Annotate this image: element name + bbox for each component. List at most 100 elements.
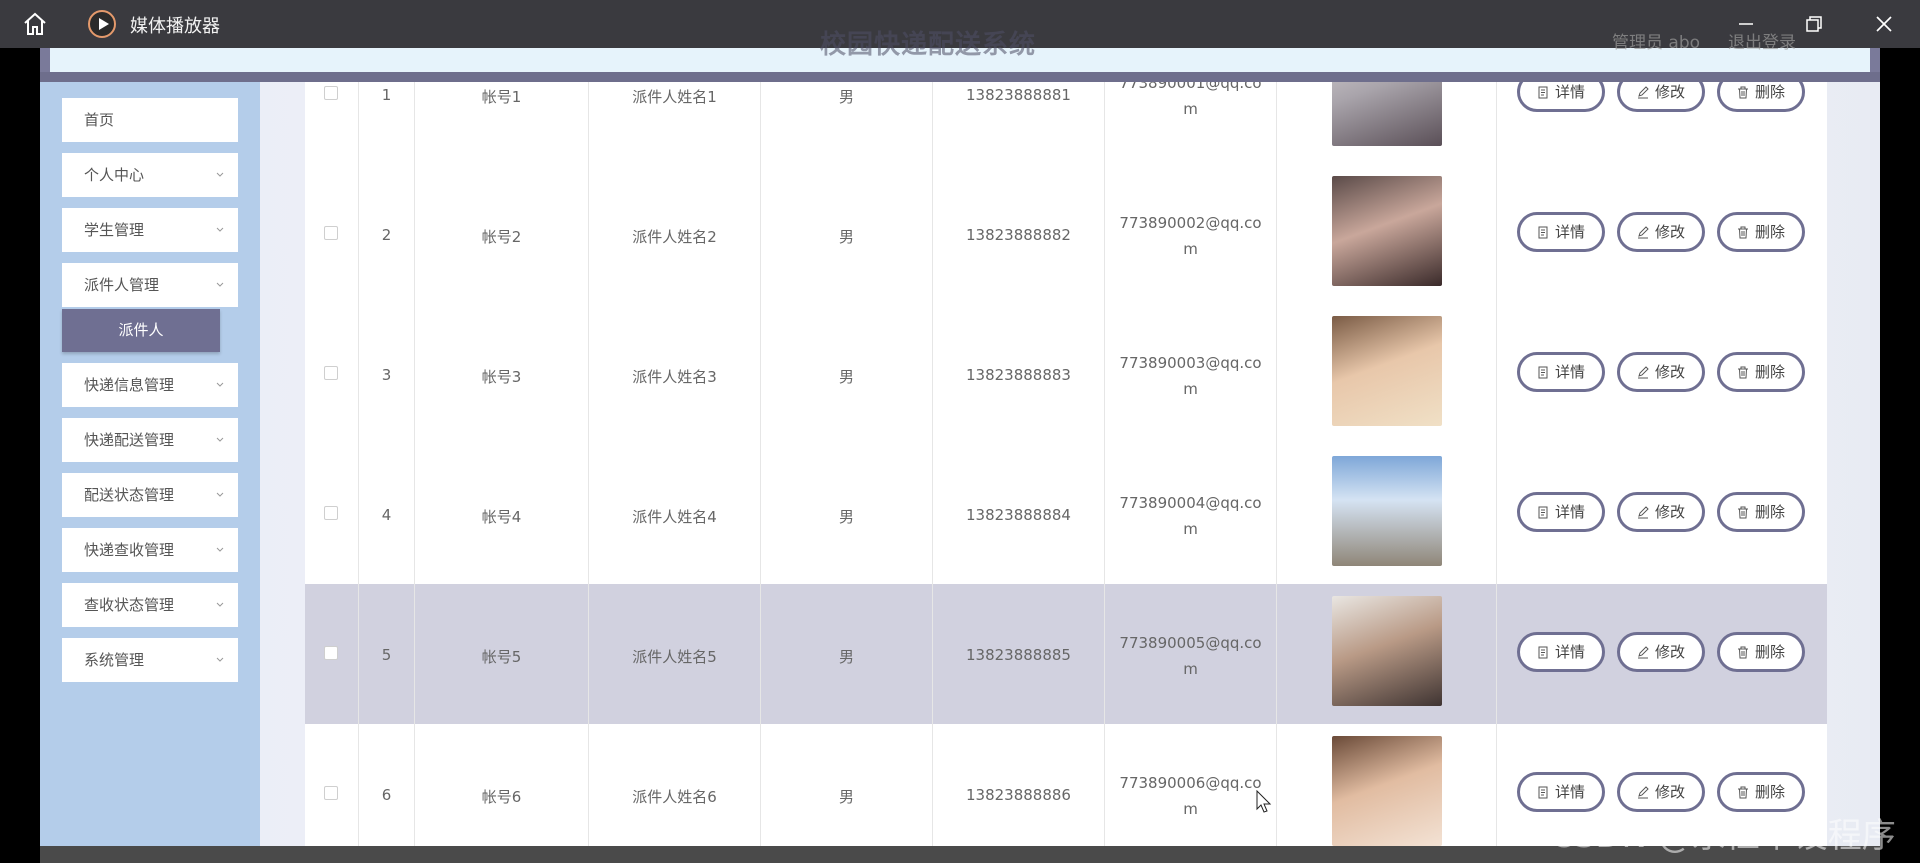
- name-cell: 派件人姓名6: [589, 724, 761, 846]
- detail-button[interactable]: 详情: [1517, 82, 1605, 112]
- sidebar-item-delivery[interactable]: 快递配送管理: [62, 418, 238, 462]
- email-value: 773890004@qq.com: [1119, 494, 1262, 538]
- row-select-cell: [305, 304, 359, 444]
- edit-icon: [1637, 506, 1649, 519]
- site-title: 校园快递配送系统: [820, 30, 1037, 60]
- trash-icon: [1737, 786, 1748, 799]
- row-checkbox[interactable]: [324, 86, 338, 100]
- edit-button[interactable]: 修改: [1617, 772, 1705, 812]
- sidebar-item-students[interactable]: 学生管理: [62, 208, 238, 252]
- email-cell: 773890005@qq.com: [1105, 584, 1277, 724]
- submenu-item-courier[interactable]: 派件人: [62, 309, 220, 352]
- photo-cell: [1277, 724, 1497, 846]
- email-cell: 773890003@qq.com: [1105, 304, 1277, 444]
- row-checkbox[interactable]: [324, 506, 338, 520]
- row-select-cell: [305, 584, 359, 724]
- chevron-down-icon: [216, 492, 224, 497]
- table-row[interactable]: 1 帐号1 派件人姓名1 男 13823888881 773890001@qq.com 详情…: [305, 82, 1827, 165]
- sidebar-item-system[interactable]: 系统管理: [62, 638, 238, 682]
- delete-button[interactable]: 删除: [1717, 212, 1805, 252]
- chevron-down-icon: [216, 437, 224, 442]
- name-cell: 派件人姓名4: [589, 444, 761, 584]
- phone-cell: 13823888885: [933, 584, 1105, 724]
- gender-cell: 男: [761, 724, 933, 846]
- logout-link[interactable]: 退出登录: [1728, 28, 1796, 53]
- delete-button[interactable]: 删除: [1717, 352, 1805, 392]
- gender-cell: 男: [761, 82, 933, 164]
- detail-button[interactable]: 详情: [1517, 632, 1605, 672]
- gender-cell: 男: [761, 444, 933, 584]
- table-row[interactable]: 4 帐号4 派件人姓名4 男 13823888884 773890004@qq.com 详情…: [305, 444, 1827, 585]
- sidebar-item-couriers[interactable]: 派件人管理: [62, 263, 238, 307]
- account-cell: 帐号2: [415, 164, 589, 304]
- sidebar-item-home[interactable]: 首页: [62, 98, 238, 142]
- delete-label: 删除: [1754, 783, 1785, 801]
- edit-label: 修改: [1654, 223, 1685, 241]
- detail-button[interactable]: 详情: [1517, 772, 1605, 812]
- row-index: 1: [381, 86, 392, 104]
- account-value: 帐号4: [481, 508, 522, 526]
- detail-button[interactable]: 详情: [1517, 352, 1605, 392]
- table-row[interactable]: 3 帐号3 派件人姓名3 男 13823888883 773890003@qq.com 详情…: [305, 304, 1827, 445]
- edit-icon: [1637, 786, 1649, 799]
- sidebar-item-parcel-info[interactable]: 快递信息管理: [62, 363, 238, 407]
- row-checkbox[interactable]: [324, 366, 338, 380]
- row-checkbox[interactable]: [324, 226, 338, 240]
- row-select-cell: [305, 444, 359, 584]
- header-divider: [40, 72, 1880, 82]
- account-cell: 帐号5: [415, 584, 589, 724]
- edit-button[interactable]: 修改: [1617, 212, 1705, 252]
- detail-label: 详情: [1554, 503, 1585, 521]
- name-value: 派件人姓名3: [632, 368, 717, 386]
- delete-button[interactable]: 删除: [1717, 772, 1805, 812]
- delete-button[interactable]: 删除: [1717, 492, 1805, 532]
- sidebar-item-profile[interactable]: 个人中心: [62, 153, 238, 197]
- phone-cell: 13823888881: [933, 82, 1105, 164]
- detail-button[interactable]: 详情: [1517, 212, 1605, 252]
- sidebar-item-receipt-status[interactable]: 查收状态管理: [62, 583, 238, 627]
- gender-cell: 男: [761, 304, 933, 444]
- name-value: 派件人姓名1: [632, 88, 717, 106]
- play-logo-icon: [88, 10, 116, 38]
- edit-label: 修改: [1654, 83, 1685, 101]
- avatar: [1332, 456, 1442, 566]
- sidebar-item-delivery-status[interactable]: 配送状态管理: [62, 473, 238, 517]
- row-checkbox[interactable]: [324, 646, 338, 660]
- table-row[interactable]: 2 帐号2 派件人姓名2 男 13823888882 773890002@qq.com 详情…: [305, 164, 1827, 305]
- document-icon: [1538, 366, 1548, 379]
- account-cell: 帐号6: [415, 724, 589, 846]
- chevron-down-icon: [216, 227, 224, 232]
- detail-button[interactable]: 详情: [1517, 492, 1605, 532]
- chevron-down-icon: [216, 282, 224, 287]
- edit-button[interactable]: 修改: [1617, 492, 1705, 532]
- edit-button[interactable]: 修改: [1617, 352, 1705, 392]
- delete-button[interactable]: 删除: [1717, 82, 1805, 112]
- account-cell: 帐号4: [415, 444, 589, 584]
- delete-button[interactable]: 删除: [1717, 632, 1805, 672]
- home-icon[interactable]: [22, 11, 48, 37]
- trash-icon: [1737, 86, 1748, 99]
- row-checkbox[interactable]: [324, 786, 338, 800]
- detail-label: 详情: [1554, 783, 1585, 801]
- document-icon: [1538, 506, 1548, 519]
- edit-icon: [1637, 646, 1649, 659]
- phone-value: 13823888882: [966, 226, 1071, 244]
- row-select-cell: [305, 724, 359, 846]
- account-value: 帐号5: [481, 648, 522, 666]
- avatar: [1332, 596, 1442, 706]
- index-cell: 2: [359, 164, 415, 304]
- photo-cell: [1277, 304, 1497, 444]
- edit-icon: [1637, 226, 1649, 239]
- close-icon[interactable]: [1870, 10, 1898, 38]
- maximize-icon[interactable]: [1800, 10, 1828, 38]
- email-value: 773890002@qq.com: [1119, 214, 1262, 258]
- phone-value: 13823888883: [966, 366, 1071, 384]
- email-value: 773890001@qq.com: [1119, 82, 1262, 118]
- trash-icon: [1737, 226, 1748, 239]
- row-select-cell: [305, 164, 359, 304]
- edit-button[interactable]: 修改: [1617, 82, 1705, 112]
- edit-button[interactable]: 修改: [1617, 632, 1705, 672]
- sidebar-item-receipt[interactable]: 快递查收管理: [62, 528, 238, 572]
- table-row[interactable]: 5 帐号5 派件人姓名5 男 13823888885 773890005@qq.com 详情…: [305, 584, 1827, 725]
- chevron-down-icon: [216, 602, 224, 607]
